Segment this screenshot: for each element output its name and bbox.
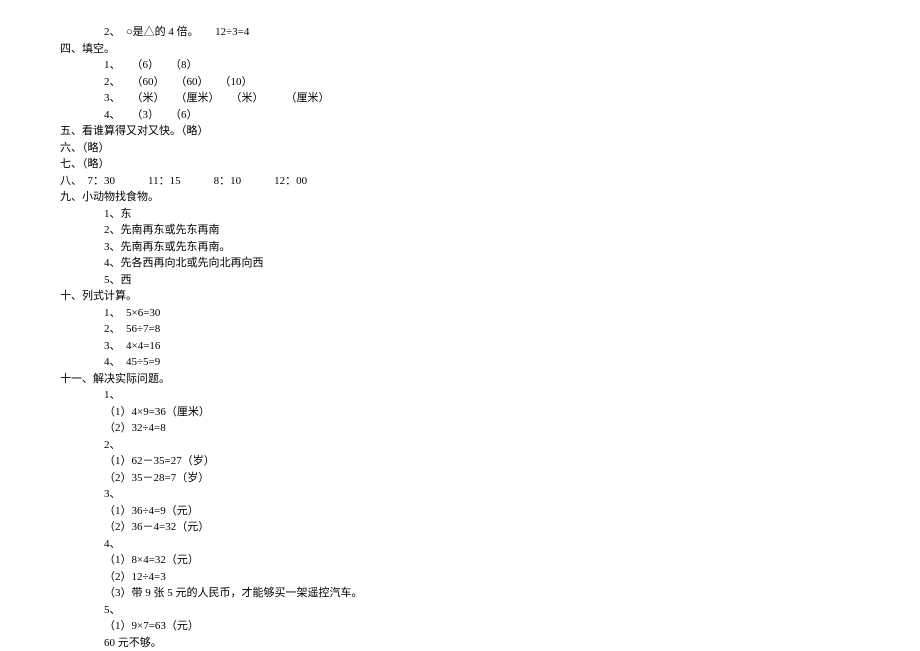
text-line: （2）32÷4=8 (60, 420, 860, 437)
text-line: 五、看谁算得又对又快。（略） (60, 123, 860, 140)
text-line: 2、先南再东或先东再南 (60, 222, 860, 239)
text-line: 2、 ○是△的 4 倍。 12÷3=4 (60, 24, 860, 41)
text-line: 1、 5×6=30 (60, 305, 860, 322)
text-line: 3、 (60, 486, 860, 503)
text-line: 3、先南再东或先东再南。 (60, 239, 860, 256)
text-line: （1）62－35=27（岁） (60, 453, 860, 470)
document-body: 2、 ○是△的 4 倍。 12÷3=4四、填空。1、 （6） （8）2、 （60… (60, 24, 860, 651)
text-line: （1）36÷4=9（元） (60, 503, 860, 520)
text-line: （3）带 9 张 5 元的人民币，才能够买一架遥控汽车。 (60, 585, 860, 602)
text-line: 九、小动物找食物。 (60, 189, 860, 206)
text-line: 四、填空。 (60, 41, 860, 58)
text-line: （1）8×4=32（元） (60, 552, 860, 569)
text-line: （1）4×9=36（厘米） (60, 404, 860, 421)
text-line: 2、 56÷7=8 (60, 321, 860, 338)
text-line: 十、列式计算。 (60, 288, 860, 305)
text-line: 5、西 (60, 272, 860, 289)
text-line: （2）35－28=7（岁） (60, 470, 860, 487)
text-line: 八、 7：30 11：15 8：10 12：00 (60, 173, 860, 190)
text-line: 十一、解决实际问题。 (60, 371, 860, 388)
text-line: 5、 (60, 602, 860, 619)
text-line: （2）36－4=32（元） (60, 519, 860, 536)
text-line: 4、 45÷5=9 (60, 354, 860, 371)
text-line: 3、 （米） （厘米） （米） （厘米） (60, 90, 860, 107)
text-line: 六、（略） (60, 140, 860, 157)
text-line: 1、 （6） （8） (60, 57, 860, 74)
text-line: （1）9×7=63（元） (60, 618, 860, 635)
text-line: 4、先各西再向北或先向北再向西 (60, 255, 860, 272)
text-line: 1、 (60, 387, 860, 404)
text-line: 七、（略） (60, 156, 860, 173)
text-line: （2）12÷4=3 (60, 569, 860, 586)
text-line: 1、东 (60, 206, 860, 223)
text-line: 4、 (60, 536, 860, 553)
text-line: 3、 4×4=16 (60, 338, 860, 355)
text-line: 4、 （3） （6） (60, 107, 860, 124)
text-line: 2、 （60） （60） （10） (60, 74, 860, 91)
text-line: 2、 (60, 437, 860, 454)
